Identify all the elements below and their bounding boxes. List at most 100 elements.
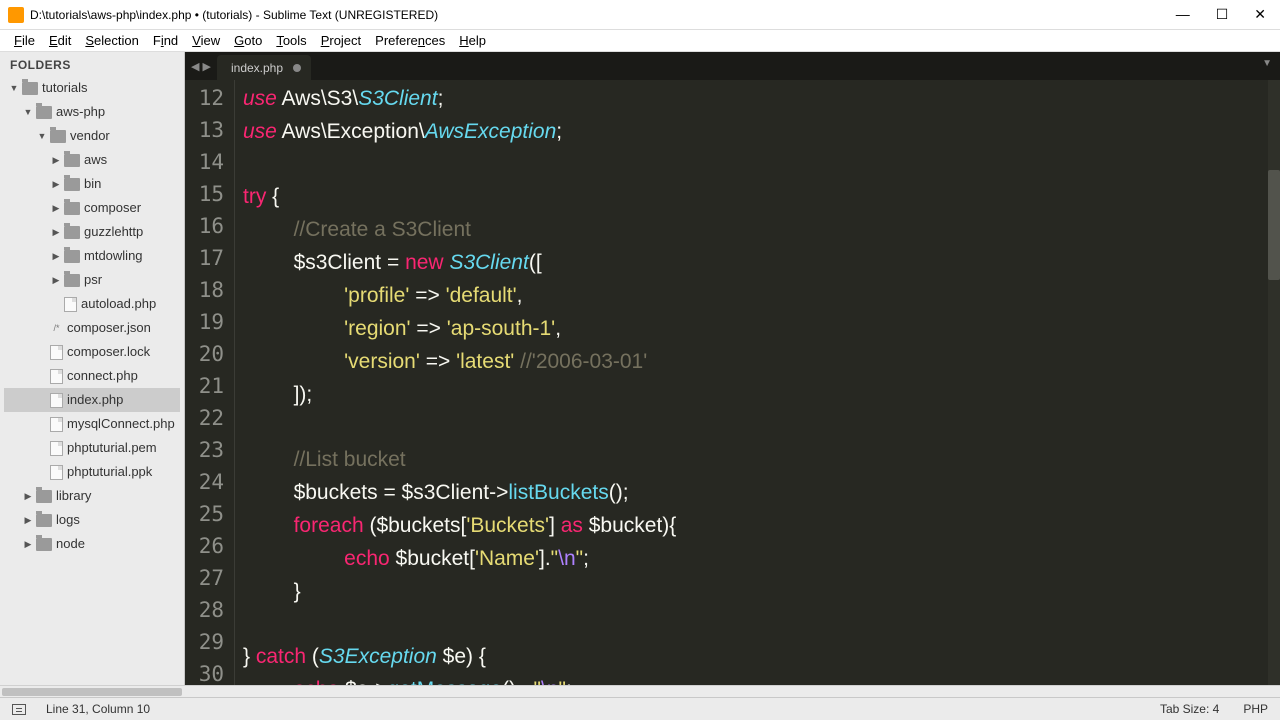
chevron-down-icon[interactable]	[8, 78, 20, 98]
folder-icon	[36, 514, 52, 527]
chevron-down-icon[interactable]	[22, 102, 34, 122]
tree-folder-vendor[interactable]: vendor	[4, 124, 180, 148]
tree-file-ppk[interactable]: phptuturial.ppk	[4, 460, 180, 484]
file-icon	[50, 417, 63, 432]
tree-folder-composer[interactable]: composer	[4, 196, 180, 220]
tree-folder-bin[interactable]: bin	[4, 172, 180, 196]
menu-goto[interactable]: Goto	[228, 33, 268, 48]
file-icon: /*	[50, 321, 63, 336]
file-icon	[50, 465, 63, 480]
tree-folder-mtdowling[interactable]: mtdowling	[4, 244, 180, 268]
scrollbar-horizontal[interactable]	[0, 685, 1280, 697]
menu-help[interactable]: Help	[453, 33, 492, 48]
menu-edit[interactable]: Edit	[43, 33, 77, 48]
tree-folder-guzzlehttp[interactable]: guzzlehttp	[4, 220, 180, 244]
tab-modified-icon	[293, 64, 301, 72]
tree-label: library	[56, 486, 91, 506]
folder-icon	[64, 250, 80, 263]
panel-switcher-icon[interactable]	[12, 704, 26, 715]
tree-folder-aws[interactable]: aws	[4, 148, 180, 172]
maximize-button[interactable]: ☐	[1216, 6, 1229, 23]
line-gutter: 12 13 14 15 16 17 18 19 20 21 22 23 24 2…	[185, 80, 235, 685]
folder-icon	[36, 490, 52, 503]
tree-label: autoload.php	[81, 294, 156, 314]
chevron-right-icon[interactable]	[22, 510, 34, 530]
scrollbar-vertical[interactable]	[1268, 80, 1280, 685]
tree-label: mysqlConnect.php	[67, 414, 175, 434]
sidebar: FOLDERS tutorials aws-php vendor aws bin…	[0, 52, 185, 685]
scrollbar-thumb[interactable]	[1268, 170, 1280, 280]
menu-tools[interactable]: Tools	[270, 33, 312, 48]
tab-history[interactable]: ◀ ▶	[185, 52, 217, 80]
tree-label: connect.php	[67, 366, 138, 386]
menu-project[interactable]: Project	[315, 33, 367, 48]
tree-file-mysqlconnect[interactable]: mysqlConnect.php	[4, 412, 180, 436]
file-icon	[50, 345, 63, 360]
minimize-button[interactable]: —	[1176, 6, 1190, 23]
file-icon	[50, 393, 63, 408]
tree-label: index.php	[67, 390, 123, 410]
folder-icon	[36, 106, 52, 119]
sidebar-header: FOLDERS	[0, 52, 184, 76]
tree-file-composerjson[interactable]: /* composer.json	[4, 316, 180, 340]
folder-icon	[64, 274, 80, 287]
tree-file-pem[interactable]: phptuturial.pem	[4, 436, 180, 460]
tree-label: tutorials	[42, 78, 88, 98]
tree-folder-library[interactable]: library	[4, 484, 180, 508]
tree-folder-node[interactable]: node	[4, 532, 180, 556]
tree-file-index[interactable]: index.php	[4, 388, 180, 412]
status-cursor-pos[interactable]: Line 31, Column 10	[46, 702, 150, 716]
tree-file-connect[interactable]: connect.php	[4, 364, 180, 388]
menubar: File Edit Selection Find View Goto Tools…	[0, 30, 1280, 52]
tree-label: aws-php	[56, 102, 105, 122]
tree-label: composer	[84, 198, 141, 218]
menu-selection[interactable]: Selection	[79, 33, 144, 48]
file-icon	[64, 297, 77, 312]
chevron-down-icon[interactable]	[36, 126, 48, 146]
tree-label: bin	[84, 174, 101, 194]
titlebar: D:\tutorials\aws-php\index.php • (tutori…	[0, 0, 1280, 30]
menu-file[interactable]: File	[8, 33, 41, 48]
statusbar: Line 31, Column 10 Tab Size: 4 PHP	[0, 697, 1280, 720]
folder-icon	[50, 130, 66, 143]
tree-folder-psr[interactable]: psr	[4, 268, 180, 292]
tree-label: guzzlehttp	[84, 222, 143, 242]
tree-label: aws	[84, 150, 107, 170]
menu-preferences[interactable]: Preferences	[369, 33, 451, 48]
chevron-right-icon[interactable]	[50, 270, 62, 290]
file-icon	[50, 369, 63, 384]
tree-folder-logs[interactable]: logs	[4, 508, 180, 532]
folder-icon	[64, 202, 80, 215]
chevron-right-icon[interactable]	[50, 222, 62, 242]
chevron-right-icon[interactable]	[50, 150, 62, 170]
tree-folder-awsphp[interactable]: aws-php	[4, 100, 180, 124]
tab-overflow-icon[interactable]: ▼	[1262, 58, 1272, 69]
tree-file-composerlock[interactable]: composer.lock	[4, 340, 180, 364]
chevron-right-icon[interactable]	[22, 534, 34, 554]
menu-find[interactable]: Find	[147, 33, 184, 48]
tree-label: phptuturial.pem	[67, 438, 157, 458]
chevron-right-icon[interactable]	[50, 198, 62, 218]
app-icon	[8, 7, 24, 23]
tree-label: composer.lock	[67, 342, 150, 362]
file-icon	[50, 441, 63, 456]
status-tabsize[interactable]: Tab Size: 4	[1160, 702, 1219, 716]
tree-label: mtdowling	[84, 246, 143, 266]
tab-index[interactable]: index.php	[217, 55, 311, 80]
code-editor[interactable]: use Aws\S3\S3Client; use Aws\Exception\A…	[235, 80, 1280, 685]
tab-label: index.php	[231, 61, 283, 75]
tree-label: composer.json	[67, 318, 151, 338]
status-language[interactable]: PHP	[1243, 702, 1268, 716]
chevron-right-icon[interactable]	[50, 246, 62, 266]
tree-file-autoload[interactable]: autoload.php	[4, 292, 180, 316]
scrollbar-thumb[interactable]	[2, 688, 182, 696]
folder-icon	[22, 82, 38, 95]
tree-folder-tutorials[interactable]: tutorials	[4, 76, 180, 100]
menu-view[interactable]: View	[186, 33, 226, 48]
chevron-right-icon[interactable]	[50, 174, 62, 194]
tree-label: vendor	[70, 126, 110, 146]
folder-icon	[36, 538, 52, 551]
chevron-right-icon[interactable]	[22, 486, 34, 506]
folder-icon	[64, 226, 80, 239]
close-button[interactable]: ✕	[1254, 6, 1266, 23]
